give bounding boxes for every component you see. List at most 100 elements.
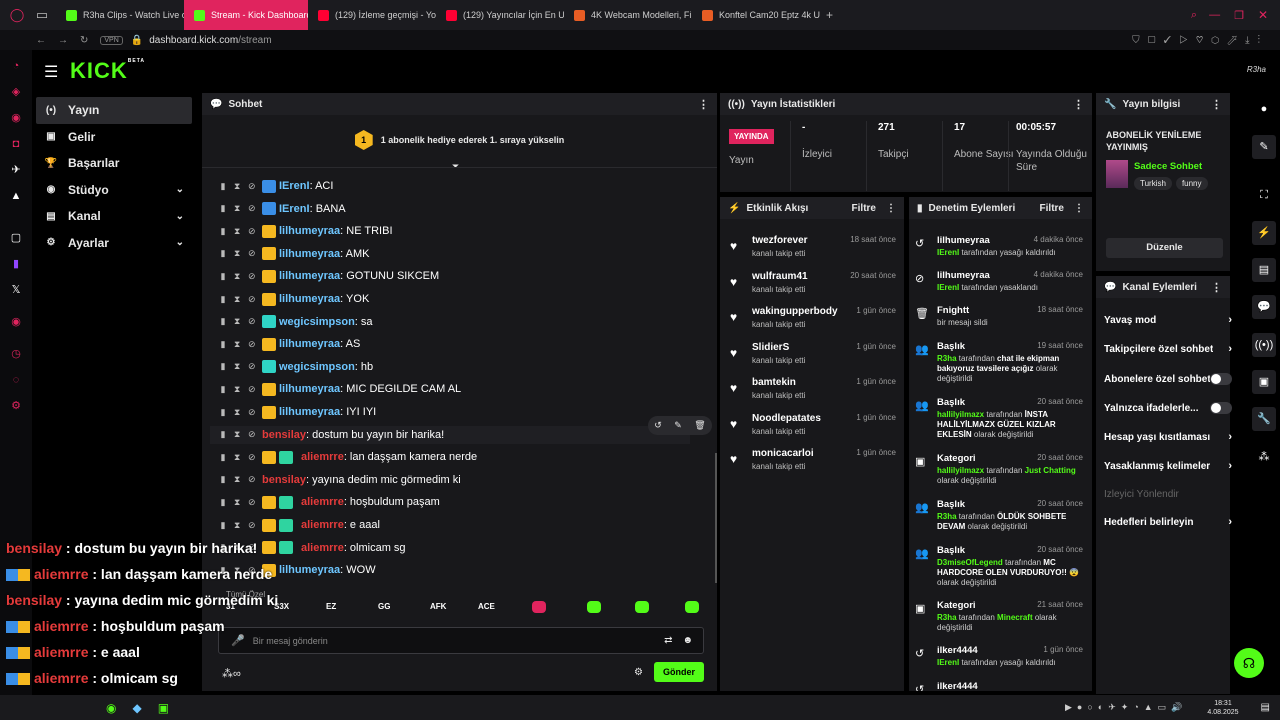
taskbar-app-icon-3[interactable]: ▣: [158, 701, 169, 715]
chat-input-box[interactable]: 🎤 Bir mesaj gönderin ⇄ ☻: [218, 627, 704, 654]
timeout-icon[interactable]: ⧗: [234, 271, 240, 282]
event-user[interactable]: monicacarloi: [752, 448, 814, 459]
chat-message[interactable]: ▮ ⧗ ⊘ aliemrre: hoşbuldum paşam: [220, 493, 440, 511]
timeout-icon[interactable]: ⧗: [234, 203, 240, 214]
modlog-actor[interactable]: IErenI: [937, 248, 959, 257]
clock[interactable]: 18:31 4.08.2025: [1207, 699, 1238, 717]
chat-username[interactable]: IErenI: [279, 180, 310, 192]
search-tabs-icon[interactable]: ⌕: [1191, 9, 1197, 22]
timeout-icon[interactable]: ⧗: [234, 429, 240, 440]
forward-icon[interactable]: →: [58, 35, 68, 46]
chevron-right-icon[interactable]: ›: [1228, 516, 1232, 528]
chat-tool-icon[interactable]: 💬: [1252, 295, 1276, 319]
chat-username[interactable]: bensilay: [262, 429, 306, 441]
sidebar-icon-2[interactable]: ◈: [10, 86, 22, 98]
minimize-button[interactable]: —: [1209, 9, 1220, 21]
timeout-icon[interactable]: ⧗: [234, 474, 240, 485]
chat-username[interactable]: aliemrre: [301, 451, 344, 463]
timeout-icon[interactable]: ⧗: [234, 316, 240, 327]
ban-icon[interactable]: ⊘: [248, 271, 256, 282]
timeout-icon[interactable]: ⧗: [234, 384, 240, 395]
chat-username[interactable]: bensilay: [262, 474, 306, 486]
modlog-target[interactable]: Kategori: [937, 600, 976, 611]
ban-icon[interactable]: ⊘: [248, 294, 256, 305]
chevron-down-icon[interactable]: ⌄: [176, 211, 184, 222]
hamburger-menu-icon[interactable]: ☰: [44, 62, 58, 82]
chevron-right-icon[interactable]: ›: [1228, 314, 1232, 326]
modlog-actor[interactable]: R3ha: [937, 613, 957, 622]
activity-event[interactable]: ♥ monicacarloi kanalı takip etti 1 gün önce: [728, 448, 896, 482]
modlog-actor[interactable]: hallilyilmazx: [937, 466, 984, 475]
edit-button[interactable]: Düzenle: [1106, 238, 1223, 258]
event-user[interactable]: wulfraum41: [752, 271, 808, 282]
chat-message[interactable]: ▮ ⧗ ⊘ lilhumeyraa: AS: [220, 335, 360, 353]
browser-tab[interactable]: Stream - Kick Dashboard: [184, 0, 308, 30]
ban-icon[interactable]: ⊘: [248, 361, 256, 372]
back-icon[interactable]: ←: [36, 35, 46, 46]
ban-icon[interactable]: ⊘: [248, 203, 256, 214]
help-button[interactable]: ☊: [1234, 648, 1264, 678]
chat-username[interactable]: aliemrre: [301, 496, 344, 508]
delete-message-icon[interactable]: ▮: [220, 361, 226, 372]
browser-tab[interactable]: 4K Webcam Modelleri, Fi: [564, 0, 692, 30]
browser-tab[interactable]: R3ha Clips - Watch Live o: [56, 0, 184, 30]
modlog-target[interactable]: Başlık: [937, 341, 965, 352]
toggle-switch[interactable]: [1210, 373, 1232, 385]
modlog-target[interactable]: ilker4444: [937, 645, 978, 656]
timeout-icon[interactable]: ⧗: [234, 181, 240, 192]
settings-icon[interactable]: ⚙: [10, 400, 22, 412]
timeout-icon[interactable]: ⧗: [234, 248, 240, 259]
delete-message-icon[interactable]: ▮: [220, 181, 226, 192]
browser-tab[interactable]: Konftel Cam20 Eptz 4k U: [692, 0, 820, 30]
mic-icon[interactable]: 🎤: [231, 634, 245, 647]
event-user[interactable]: wakingupperbody: [752, 306, 838, 317]
channel-menu-icon[interactable]: ⋮: [1211, 281, 1222, 294]
sidebar-icon-4[interactable]: ◘: [10, 138, 22, 150]
chat-username[interactable]: wegicsimpson: [279, 361, 355, 373]
modlog-item[interactable]: 👥 Başlık 20 saat önce R3ha tarafından ÖLDÜK…: [915, 499, 1083, 549]
timeout-icon[interactable]: ⧗: [234, 520, 240, 531]
chat-message[interactable]: ▮ ⧗ ⊘ lilhumeyraa: NE TRIBI: [220, 222, 393, 240]
chat-username[interactable]: lilhumeyraa: [279, 270, 340, 282]
sidebar-icon-10[interactable]: ◉: [10, 316, 22, 328]
sidebar-icon-6[interactable]: ▲: [10, 190, 22, 202]
chevron-down-icon[interactable]: ⌄: [176, 237, 184, 248]
delete-message-icon[interactable]: ▮: [220, 429, 226, 440]
opera-logo-icon[interactable]: ◯: [9, 7, 25, 23]
maximize-button[interactable]: ❐: [1234, 9, 1244, 22]
chat-message[interactable]: ▮ ⧗ ⊘ lilhumeyraa: IYI IYI: [220, 403, 376, 421]
chat-message[interactable]: ▮ ⧗ ⊘ aliemrre: lan daşşam kamera nerde: [220, 448, 477, 466]
nav-item[interactable]: (•) Yayın: [36, 97, 192, 124]
ban-icon[interactable]: ⊘: [248, 520, 256, 531]
chat-message[interactable]: ▮ ⧗ ⊘ lilhumeyraa: AMK: [220, 245, 369, 263]
timeout-icon[interactable]: ⧗: [234, 452, 240, 463]
event-user[interactable]: bamtekin: [752, 377, 796, 388]
ban-icon[interactable]: ⊘: [248, 452, 256, 463]
modlog-target[interactable]: Başlık: [937, 545, 965, 556]
delete-message-icon[interactable]: ▮: [220, 520, 226, 531]
chat-message[interactable]: ▮ ⧗ ⊘ lilhumeyraa: YOK: [220, 290, 369, 308]
timeout-icon[interactable]: ⧗: [234, 339, 240, 350]
ban-icon[interactable]: ⊘: [248, 429, 256, 440]
delete-icon[interactable]: 🗑: [694, 420, 705, 431]
nav-item[interactable]: ▤ Kanal ⌄: [36, 203, 192, 230]
chat-scrollbar[interactable]: [715, 453, 717, 583]
modlog-actor[interactable]: R3ha: [937, 512, 957, 521]
channel-action[interactable]: Takipçilere özel sohbet ›: [1104, 341, 1232, 357]
notification-icon[interactable]: ▤: [1261, 702, 1270, 713]
modlog-actor[interactable]: R3ha: [937, 354, 957, 363]
close-button[interactable]: ✕: [1258, 8, 1268, 22]
activity-event[interactable]: ♥ Noodlepatates kanalı takip etti 1 gün önc…: [728, 413, 896, 447]
chat-username[interactable]: lilhumeyraa: [279, 248, 340, 260]
chat-message[interactable]: ▮ ⧗ ⊘ aliemrre: e aaal: [220, 516, 380, 534]
browser-tab[interactable]: (129) Yayıncılar İçin En Uy: [436, 0, 564, 30]
emote[interactable]: EZ: [326, 602, 336, 611]
url-input[interactable]: dashboard.kick.com/stream: [149, 35, 271, 46]
chat-username[interactable]: lilhumeyraa: [279, 225, 340, 237]
emote[interactable]: ACE: [478, 602, 495, 611]
modlog-item[interactable]: ↺ ilker4444: [915, 681, 1083, 691]
sidebar-icon-7[interactable]: ▢: [10, 232, 22, 244]
activity-event[interactable]: ♥ wakingupperbody kanalı takip etti 1 gün ö…: [728, 306, 896, 340]
ban-icon[interactable]: ⊘: [248, 316, 256, 327]
kick-logo[interactable]: KICKBETA: [70, 58, 145, 84]
